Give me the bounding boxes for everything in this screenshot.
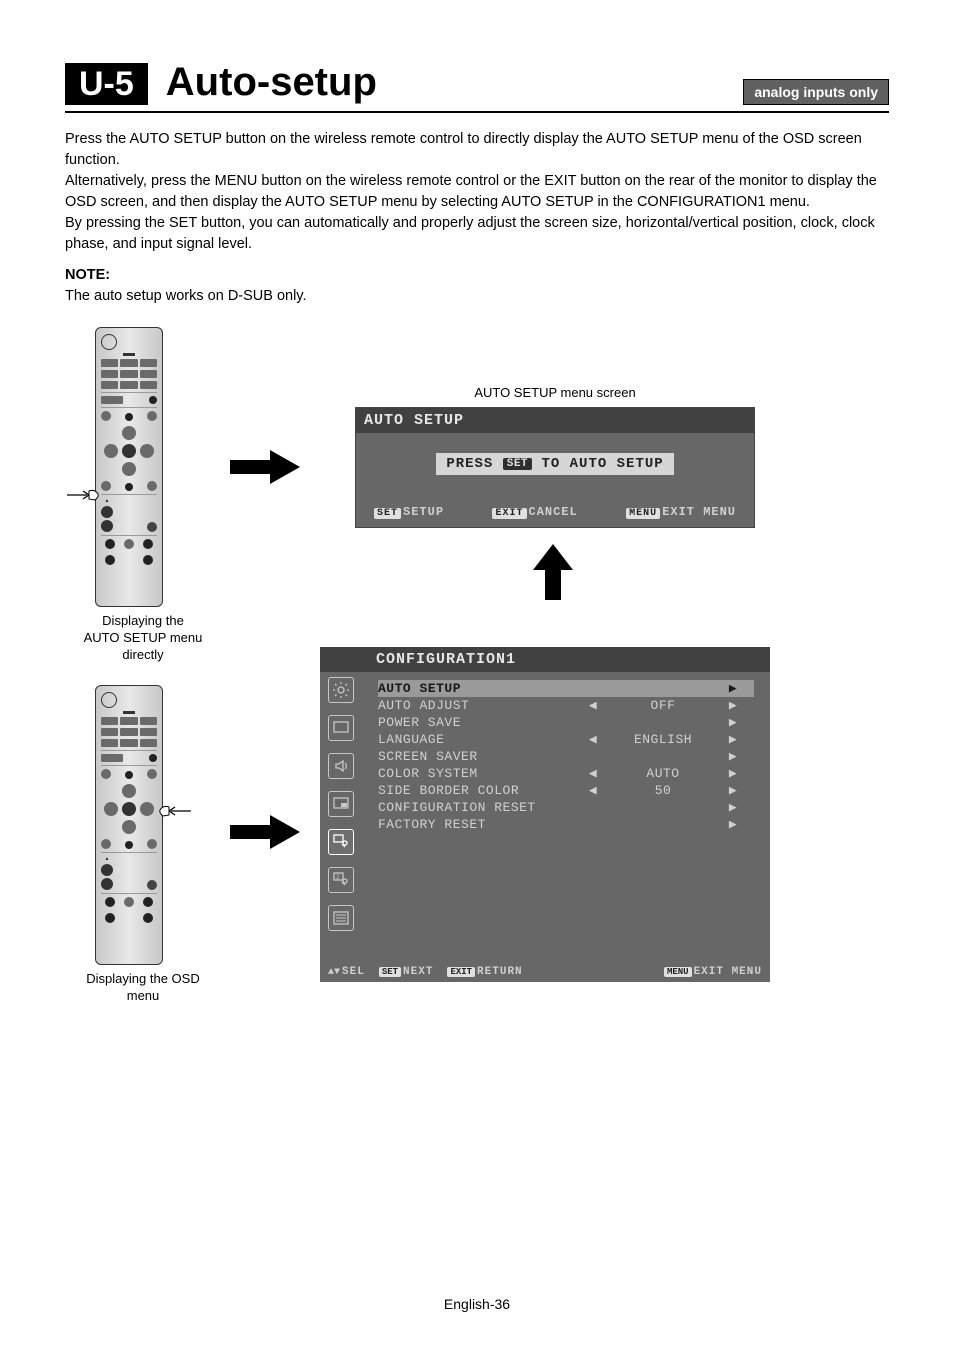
- footer-menu-label: EXIT MENU: [662, 505, 736, 519]
- menu-row: FACTORY RESET▶: [378, 816, 754, 833]
- footer-set-label: SETUP: [403, 505, 444, 519]
- menu-row: SCREEN SAVER▶: [378, 748, 754, 765]
- menu-row-label: AUTO SETUP: [378, 681, 588, 696]
- menu-row: LANGUAGE◀ENGLISH▶: [378, 731, 754, 748]
- body-text: Press the AUTO SETUP button on the wirel…: [65, 129, 889, 307]
- osd-side-icons: 2: [326, 677, 356, 931]
- remote-figure-1: ▲: [95, 327, 163, 607]
- exit-key-icon: EXIT: [447, 967, 475, 977]
- menu-row-value: ▶: [588, 800, 738, 815]
- remote1-caption: Displaying the AUTO SETUP menu directly: [83, 613, 203, 664]
- menu-row-value: ◀OFF▶: [588, 698, 738, 713]
- osd-footer: ▲▼SEL SETNEXT EXITRETURN MENUEXIT MENU: [328, 966, 762, 978]
- pointer-icon: [157, 801, 193, 824]
- menu-row-label: SIDE BORDER COLOR: [378, 783, 588, 798]
- page-number: English-36: [0, 1296, 954, 1312]
- footer-set: SETSETUP: [374, 505, 444, 519]
- arrow-right-icon: [225, 442, 305, 492]
- pip-icon: [328, 791, 354, 817]
- menu-row-label: POWER SAVE: [378, 715, 588, 730]
- remote-control-icon: ▲: [95, 327, 163, 607]
- set-key-icon: SET: [503, 458, 532, 470]
- tools1-icon: [328, 829, 354, 855]
- osd-title: AUTO SETUP: [356, 408, 754, 433]
- remote-figure-2: ▲: [95, 685, 163, 965]
- hint-post: TO AUTO SETUP: [532, 456, 664, 472]
- badge-analog-only: analog inputs only: [743, 79, 889, 105]
- osd-config1-screen: CONFIGURATION1 2 AUTO SETUP▶AUTO ADJUST◀…: [320, 647, 770, 982]
- remote-control-icon: ▲: [95, 685, 163, 965]
- menu-row-label: FACTORY RESET: [378, 817, 588, 832]
- osd-hint: PRESS SET TO AUTO SETUP: [436, 453, 673, 475]
- menu-row: SIDE BORDER COLOR◀50▶: [378, 782, 754, 799]
- exit-key-icon: EXIT: [492, 508, 526, 519]
- menu-row-label: LANGUAGE: [378, 732, 588, 747]
- menu-row: AUTO ADJUST◀OFF▶: [378, 697, 754, 714]
- options-icon: [328, 905, 354, 931]
- footer-menu: MENUEXIT MENU: [626, 505, 736, 519]
- menu-row-value: ◀50▶: [588, 783, 738, 798]
- tools2-icon: 2: [328, 867, 354, 893]
- menu-key-icon: MENU: [626, 508, 660, 519]
- set-key-icon: SET: [374, 508, 401, 519]
- arrow-right-icon: [225, 807, 305, 857]
- menu-row-label: AUTO ADJUST: [378, 698, 588, 713]
- hint-pre: PRESS: [446, 456, 502, 472]
- footer-exitmenu: MENUEXIT MENU: [664, 966, 762, 978]
- menu-row: POWER SAVE▶: [378, 714, 754, 731]
- menu-row: COLOR SYSTEM◀AUTO▶: [378, 765, 754, 782]
- page-title: Auto-setup: [166, 60, 744, 105]
- brightness-icon: [328, 677, 354, 703]
- note-label: NOTE:: [65, 265, 889, 286]
- footer-exit-label: CANCEL: [529, 505, 578, 519]
- audio-icon: [328, 753, 354, 779]
- set-key-icon: SET: [379, 967, 401, 977]
- menu-row-value: ◀ENGLISH▶: [588, 732, 738, 747]
- screen-icon: [328, 715, 354, 741]
- footer-exit: EXITCANCEL: [492, 505, 577, 519]
- paragraph: Press the AUTO SETUP button on the wirel…: [65, 129, 889, 171]
- footer-next: SETNEXT: [379, 966, 434, 978]
- menu-row-value: ◀AUTO▶: [588, 766, 738, 781]
- diagram: ▲ Displaying the AUTO SETUP menu directl…: [65, 327, 889, 1007]
- paragraph: Alternatively, press the MENU button on …: [65, 171, 889, 213]
- menu-row-label: SCREEN SAVER: [378, 749, 588, 764]
- footer-sel: ▲▼SEL: [328, 966, 365, 978]
- menu-key-icon: MENU: [664, 967, 692, 977]
- header: U-5 Auto-setup analog inputs only: [65, 60, 889, 113]
- svg-text:2: 2: [336, 874, 340, 881]
- arrow-up-icon: [528, 542, 578, 602]
- osd-autosetup-screen: AUTO SETUP PRESS SET TO AUTO SETUP SETSE…: [355, 407, 755, 528]
- menu-row-value: ▶: [588, 715, 738, 730]
- note-body: The auto setup works on D-SUB only.: [65, 286, 889, 307]
- menu-row-label: COLOR SYSTEM: [378, 766, 588, 781]
- menu-row-label: CONFIGURATION RESET: [378, 800, 588, 815]
- osd-menu-list: AUTO SETUP▶AUTO ADJUST◀OFF▶POWER SAVE▶LA…: [368, 672, 770, 923]
- menu-row: AUTO SETUP▶: [378, 680, 754, 697]
- osd-title: CONFIGURATION1: [320, 647, 770, 672]
- menu-row-value: ▶: [588, 817, 738, 832]
- remote2-caption: Displaying the OSD menu: [83, 971, 203, 1005]
- footer-return: EXITRETURN: [447, 966, 522, 978]
- menu-row: CONFIGURATION RESET▶: [378, 799, 754, 816]
- paragraph: By pressing the SET button, you can auto…: [65, 213, 889, 255]
- menu-row-value: ▶: [588, 749, 738, 764]
- pointer-icon: [65, 485, 101, 508]
- section-number: U-5: [65, 63, 148, 105]
- menu-row-value: ▶: [588, 681, 738, 696]
- osd-small-caption: AUTO SETUP menu screen: [445, 385, 665, 402]
